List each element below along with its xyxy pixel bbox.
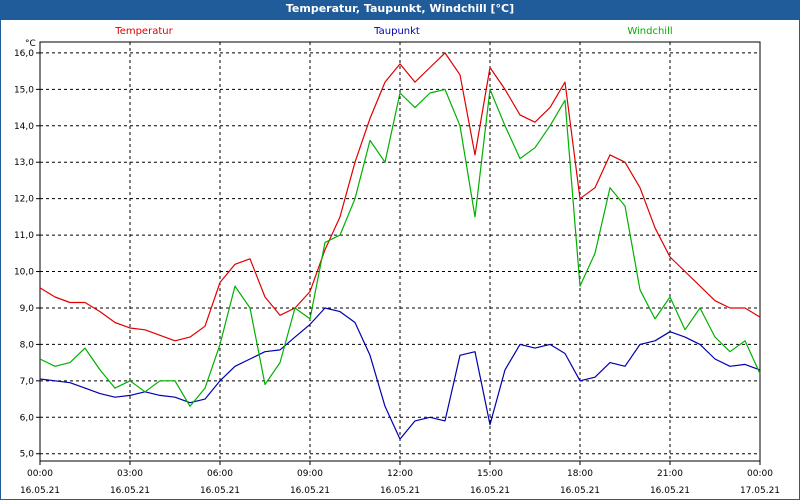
- x-tick-date: 16.05.21: [200, 486, 240, 496]
- x-tick-time: 12:00: [387, 469, 413, 479]
- x-tick-time: 03:00: [117, 469, 143, 479]
- y-tick-label: 6,0: [20, 413, 35, 423]
- y-tick-label: 10,0: [14, 268, 34, 278]
- x-tick-date: 16.05.21: [650, 486, 690, 496]
- legend-taupunkt: Taupunkt: [373, 26, 420, 37]
- x-tick-date: 16.05.21: [290, 486, 330, 496]
- x-tick-time: 09:00: [297, 469, 323, 479]
- legend: Temperatur Taupunkt Windchill: [114, 26, 672, 37]
- x-tick-date: 16.05.21: [20, 486, 60, 496]
- x-tick-time: 00:00: [747, 469, 773, 479]
- y-tick-label: 9,0: [20, 304, 35, 314]
- y-tick-label: 5,0: [20, 450, 35, 460]
- x-tick-date: 17.05.21: [740, 486, 780, 496]
- x-tick-time: 15:00: [477, 469, 503, 479]
- line-chart: 16,0 15,0 14,0 13,0 12,0 11,0 10,0 9,0 8,0 7,0 6,0…: [14, 26, 780, 496]
- x-tick-time: 21:00: [657, 469, 683, 479]
- x-tick-date: 16.05.21: [470, 486, 510, 496]
- axes: [36, 41, 761, 465]
- y-tick-label: 15,0: [14, 85, 34, 95]
- y-tick-label: 14,0: [14, 122, 34, 132]
- grid: [40, 42, 760, 461]
- x-tick-date: 16.05.21: [560, 486, 600, 496]
- y-tick-label: 11,0: [14, 231, 34, 241]
- y-tick-label: 7,0: [20, 377, 35, 387]
- legend-temperatur: Temperatur: [114, 26, 173, 37]
- y-tick-label: 16,0: [14, 49, 34, 59]
- y-tick-label: 12,0: [14, 195, 34, 205]
- x-tick-time: 18:00: [567, 469, 593, 479]
- x-tick-time: 00:00: [27, 469, 53, 479]
- legend-windchill: Windchill: [627, 26, 672, 37]
- y-axis-unit: °C: [25, 39, 36, 49]
- y-tick-label: 13,0: [14, 158, 34, 168]
- x-tick-date: 16.05.21: [110, 486, 150, 496]
- x-tick-date: 16.05.21: [380, 486, 420, 496]
- x-tick-time: 06:00: [207, 469, 233, 479]
- y-tick-label: 8,0: [20, 340, 35, 350]
